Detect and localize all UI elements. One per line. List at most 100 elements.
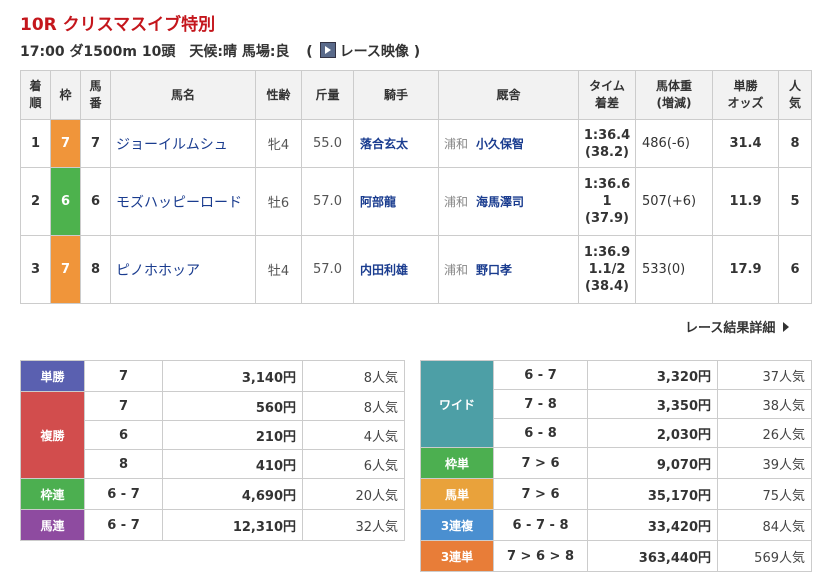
payout-amount: 35,170円 (587, 478, 718, 510)
time-cell: 1:36.4 (38.2) (578, 119, 636, 168)
race-conditions: 17:00 ダ1500m 10頭 天候:晴 馬場:良 (20, 44, 290, 60)
payout-amount: 210円 (162, 420, 303, 450)
payout-pop: 84人気 (717, 509, 812, 541)
bet-type-sanrenpuku: 3連複 (420, 509, 494, 541)
video-close-paren: ) (413, 44, 421, 60)
jockey-link[interactable]: 内田利雄 (353, 235, 439, 304)
time-cell: 1:36.9 1.1/2 (38.4) (578, 235, 636, 304)
horse-weight: 507(+6) (635, 167, 713, 236)
bet-type-wide: ワイド (420, 360, 494, 448)
popularity: 5 (778, 167, 812, 236)
payout-row: 3連単 7 > 6 > 8 363,440円 569人気 (420, 540, 812, 572)
horse-name-link[interactable]: モズハッピーロード (110, 167, 256, 236)
chevron-right-icon (783, 322, 790, 332)
header-rank: 着順 (20, 70, 51, 120)
time-cell: 1:36.6 1 (37.9) (578, 167, 636, 236)
payout-amount: 363,440円 (587, 540, 718, 572)
bet-type-wakuren: 枠連 (20, 478, 85, 510)
horse-weight: 486(-6) (635, 119, 713, 168)
header-pop: 人気 (778, 70, 812, 120)
payout-pop: 26人気 (717, 418, 812, 448)
waku-badge: 6 (50, 167, 81, 236)
kinryo: 57.0 (301, 235, 354, 304)
trainer-link[interactable]: 野口孝 (476, 263, 512, 277)
payout-row: 枠連 6 - 7 4,690円 20人気 (20, 478, 405, 510)
payout-amount: 12,310円 (162, 509, 303, 541)
table-row: 3 7 8 ピノホホッア 牡4 57.0 内田利雄 浦和 野口孝 1:36.9 1.… (20, 235, 812, 304)
horse-weight: 533(0) (635, 235, 713, 304)
jockey-link[interactable]: 阿部龍 (353, 167, 439, 236)
payout-row: 枠単 7 > 6 9,070円 39人気 (420, 447, 812, 479)
jockey-link[interactable]: 落合玄太 (353, 119, 439, 168)
trainer-link[interactable]: 小久保智 (476, 137, 524, 151)
bet-type-tansho: 単勝 (20, 360, 85, 392)
payout-pop: 4人気 (302, 420, 405, 450)
payout-row: 3連複 6 - 7 - 8 33,420円 84人気 (420, 509, 812, 541)
trainer-region: 浦和 (444, 263, 469, 277)
trainer-link[interactable]: 海馬澤司 (476, 195, 524, 209)
payout-amount: 4,690円 (162, 478, 303, 510)
bet-type-umaren: 馬連 (20, 509, 85, 541)
sex-age: 牡4 (255, 235, 302, 304)
payout-pop: 39人気 (717, 447, 812, 479)
header-kinryo: 斤量 (301, 70, 354, 120)
payout-combo: 7 (84, 360, 163, 392)
horse-name-link[interactable]: ピノホホッア (110, 235, 256, 304)
trainer-cell: 浦和 野口孝 (438, 235, 579, 304)
payout-row: ワイド 6 - 7 3,320円 37人気 (420, 360, 812, 448)
race-title: 10R クリスマスイブ特別 (20, 15, 216, 35)
payout-amount: 560円 (162, 391, 303, 421)
payout-row: 単勝 7 3,140円 8人気 (20, 360, 405, 392)
payout-row: 馬連 6 - 7 12,310円 32人気 (20, 509, 405, 541)
payout-combo: 7 > 6 (493, 447, 588, 479)
payout-combo: 6 - 7 (84, 509, 163, 541)
payout-amount: 9,070円 (587, 447, 718, 479)
payout-amount: 2,030円 (587, 418, 718, 448)
header-waku: 枠 (50, 70, 81, 120)
payout-pop: 8人気 (302, 391, 405, 421)
payout-combo: 6 - 7 - 8 (493, 509, 588, 541)
waku-badge: 7 (50, 235, 81, 304)
payout-combo: 6 - 7 (493, 360, 588, 390)
payout-table-left: 単勝 7 3,140円 8人気 複勝 7 560円 8人気 6 210円 4人気… (20, 360, 405, 541)
payout-amount: 410円 (162, 449, 303, 479)
video-play-icon[interactable] (319, 42, 336, 58)
race-detail-link[interactable]: レース結果詳細 (685, 317, 790, 336)
table-row: 1 7 7 ジョーイルムシュ 牝4 55.0 落合玄太 浦和 小久保智 1:36.… (20, 119, 812, 168)
header-trainer: 厩舎 (438, 70, 579, 120)
trainer-region: 浦和 (444, 137, 469, 151)
payout-amount: 33,420円 (587, 509, 718, 541)
payout-row: 馬単 7 > 6 35,170円 75人気 (420, 478, 812, 510)
race-video-link[interactable]: レース映像 (340, 44, 409, 60)
trainer-cell: 浦和 海馬澤司 (438, 167, 579, 236)
waku-badge: 7 (50, 119, 81, 168)
bet-type-fukusho: 複勝 (20, 391, 85, 479)
horse-number: 6 (80, 167, 111, 236)
header-num: 馬番 (80, 70, 111, 120)
win-odds: 17.9 (712, 235, 779, 304)
payout-combo: 6 - 8 (493, 418, 588, 448)
payout-combo: 8 (84, 449, 163, 479)
sex-age: 牝4 (255, 119, 302, 168)
bet-type-wakutan: 枠単 (420, 447, 494, 479)
bet-type-umatan: 馬単 (420, 478, 494, 510)
rank-cell: 1 (20, 119, 51, 168)
payout-row: 複勝 7 560円 8人気 (20, 391, 405, 479)
horse-name-link[interactable]: ジョーイルムシュ (110, 119, 256, 168)
results-table: 着順 枠 馬番 馬名 性齢 斤量 騎手 厩舎 タイム 着差 馬体重 (増減) 単勝オ… (20, 70, 812, 304)
header-sex-age: 性齢 (255, 70, 302, 120)
header-jockey: 騎手 (353, 70, 439, 120)
horse-number: 8 (80, 235, 111, 304)
payout-pop: 75人気 (717, 478, 812, 510)
kinryo: 55.0 (301, 119, 354, 168)
payout-combo: 6 (84, 420, 163, 450)
payout-pop: 8人気 (302, 360, 405, 392)
header-time: タイム 着差 (578, 70, 636, 120)
payout-combo: 6 - 7 (84, 478, 163, 510)
header-odds: 単勝 オッズ (712, 70, 779, 120)
payout-amount: 3,320円 (587, 360, 718, 390)
payout-combo: 7 > 6 > 8 (493, 540, 588, 572)
header-horse: 馬名 (110, 70, 256, 120)
popularity: 8 (778, 119, 812, 168)
video-open-paren: ( (306, 44, 313, 60)
